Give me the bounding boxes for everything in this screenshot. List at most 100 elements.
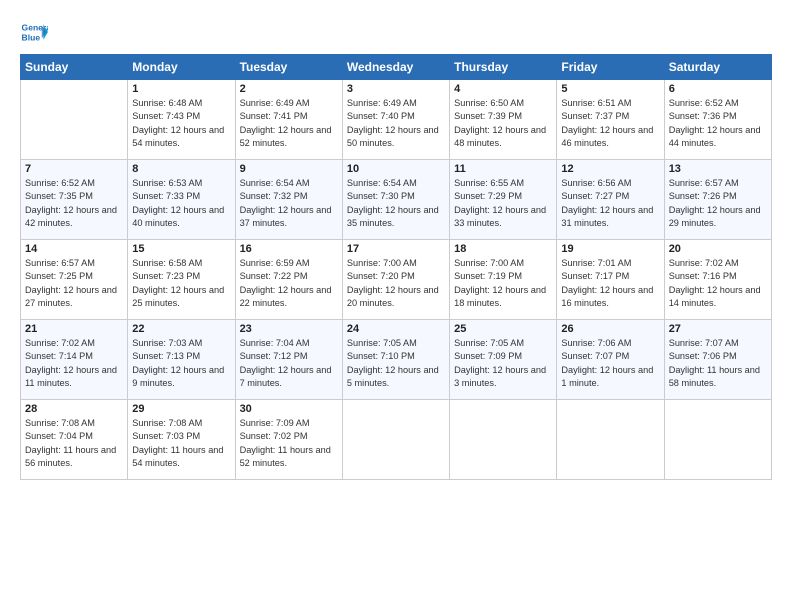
calendar-cell: 10 Sunrise: 6:54 AMSunset: 7:30 PMDayligh… xyxy=(342,160,449,240)
calendar-cell: 6 Sunrise: 6:52 AMSunset: 7:36 PMDaylight… xyxy=(664,80,771,160)
day-info: Sunrise: 7:09 AMSunset: 7:02 PMDaylight:… xyxy=(240,417,338,470)
calendar-cell xyxy=(450,400,557,480)
day-header: Friday xyxy=(557,55,664,80)
day-number: 9 xyxy=(240,163,338,175)
calendar-cell: 23 Sunrise: 7:04 AMSunset: 7:12 PMDayligh… xyxy=(235,320,342,400)
calendar-cell: 24 Sunrise: 7:05 AMSunset: 7:10 PMDayligh… xyxy=(342,320,449,400)
calendar-cell: 2 Sunrise: 6:49 AMSunset: 7:41 PMDaylight… xyxy=(235,80,342,160)
day-info: Sunrise: 6:54 AMSunset: 7:30 PMDaylight:… xyxy=(347,177,445,230)
day-number: 24 xyxy=(347,323,445,335)
day-info: Sunrise: 6:50 AMSunset: 7:39 PMDaylight:… xyxy=(454,97,552,150)
day-number: 12 xyxy=(561,163,659,175)
calendar-cell: 3 Sunrise: 6:49 AMSunset: 7:40 PMDaylight… xyxy=(342,80,449,160)
day-number: 6 xyxy=(669,83,767,95)
day-number: 16 xyxy=(240,243,338,255)
calendar-cell: 30Sunrise: 7:09 AMSunset: 7:02 PMDayligh… xyxy=(235,400,342,480)
day-info: Sunrise: 6:57 AMSunset: 7:25 PMDaylight:… xyxy=(25,257,123,310)
day-number: 21 xyxy=(25,323,123,335)
day-info: Sunrise: 7:04 AMSunset: 7:12 PMDaylight:… xyxy=(240,337,338,390)
day-header: Wednesday xyxy=(342,55,449,80)
day-header: Saturday xyxy=(664,55,771,80)
day-info: Sunrise: 7:05 AMSunset: 7:10 PMDaylight:… xyxy=(347,337,445,390)
calendar-cell: 11 Sunrise: 6:55 AMSunset: 7:29 PMDayligh… xyxy=(450,160,557,240)
day-header: Thursday xyxy=(450,55,557,80)
day-info: Sunrise: 7:06 AMSunset: 7:07 PMDaylight:… xyxy=(561,337,659,390)
day-info: Sunrise: 6:53 AMSunset: 7:33 PMDaylight:… xyxy=(132,177,230,230)
calendar-cell: 22 Sunrise: 7:03 AMSunset: 7:13 PMDayligh… xyxy=(128,320,235,400)
day-number: 25 xyxy=(454,323,552,335)
day-info: Sunrise: 6:56 AMSunset: 7:27 PMDaylight:… xyxy=(561,177,659,230)
day-number: 13 xyxy=(669,163,767,175)
calendar-cell xyxy=(557,400,664,480)
calendar-cell: 7Sunrise: 6:52 AMSunset: 7:35 PMDaylight… xyxy=(21,160,128,240)
day-info: Sunrise: 6:52 AMSunset: 7:36 PMDaylight:… xyxy=(669,97,767,150)
calendar-cell xyxy=(664,400,771,480)
calendar-cell: 17 Sunrise: 7:00 AMSunset: 7:20 PMDayligh… xyxy=(342,240,449,320)
day-info: Sunrise: 7:08 AMSunset: 7:03 PMDaylight:… xyxy=(132,417,230,470)
day-header: Tuesday xyxy=(235,55,342,80)
day-info: Sunrise: 7:02 AMSunset: 7:16 PMDaylight:… xyxy=(669,257,767,310)
day-info: Sunrise: 6:59 AMSunset: 7:22 PMDaylight:… xyxy=(240,257,338,310)
day-info: Sunrise: 7:00 AMSunset: 7:20 PMDaylight:… xyxy=(347,257,445,310)
day-info: Sunrise: 6:55 AMSunset: 7:29 PMDaylight:… xyxy=(454,177,552,230)
day-number: 14 xyxy=(25,243,123,255)
calendar-cell: 28 Sunrise: 7:08 AMSunset: 7:04 PMDayligh… xyxy=(21,400,128,480)
day-info: Sunrise: 6:51 AMSunset: 7:37 PMDaylight:… xyxy=(561,97,659,150)
day-info: Sunrise: 7:03 AMSunset: 7:13 PMDaylight:… xyxy=(132,337,230,390)
day-info: Sunrise: 7:01 AMSunset: 7:17 PMDaylight:… xyxy=(561,257,659,310)
day-number: 1 xyxy=(132,83,230,95)
day-number: 27 xyxy=(669,323,767,335)
day-number: 11 xyxy=(454,163,552,175)
calendar-cell: 25 Sunrise: 7:05 AMSunset: 7:09 PMDayligh… xyxy=(450,320,557,400)
day-number: 26 xyxy=(561,323,659,335)
calendar-cell: 18 Sunrise: 7:00 AMSunset: 7:19 PMDayligh… xyxy=(450,240,557,320)
calendar-cell: 8 Sunrise: 6:53 AMSunset: 7:33 PMDaylight… xyxy=(128,160,235,240)
day-info: Sunrise: 7:00 AMSunset: 7:19 PMDaylight:… xyxy=(454,257,552,310)
day-number: 15 xyxy=(132,243,230,255)
calendar-cell: 12 Sunrise: 6:56 AMSunset: 7:27 PMDayligh… xyxy=(557,160,664,240)
calendar-cell: 9 Sunrise: 6:54 AMSunset: 7:32 PMDaylight… xyxy=(235,160,342,240)
calendar-cell: 15 Sunrise: 6:58 AMSunset: 7:23 PMDayligh… xyxy=(128,240,235,320)
day-number: 10 xyxy=(347,163,445,175)
day-info: Sunrise: 6:58 AMSunset: 7:23 PMDaylight:… xyxy=(132,257,230,310)
day-info: Sunrise: 7:08 AMSunset: 7:04 PMDaylight:… xyxy=(25,417,123,470)
day-info: Sunrise: 7:05 AMSunset: 7:09 PMDaylight:… xyxy=(454,337,552,390)
calendar-cell xyxy=(342,400,449,480)
day-info: Sunrise: 6:57 AMSunset: 7:26 PMDaylight:… xyxy=(669,177,767,230)
day-info: Sunrise: 6:49 AMSunset: 7:40 PMDaylight:… xyxy=(347,97,445,150)
day-number: 28 xyxy=(25,403,123,415)
day-header: Monday xyxy=(128,55,235,80)
day-number: 2 xyxy=(240,83,338,95)
calendar-cell: 20 Sunrise: 7:02 AMSunset: 7:16 PMDayligh… xyxy=(664,240,771,320)
calendar-cell: 13 Sunrise: 6:57 AMSunset: 7:26 PMDayligh… xyxy=(664,160,771,240)
calendar-cell: 5 Sunrise: 6:51 AMSunset: 7:37 PMDaylight… xyxy=(557,80,664,160)
day-info: Sunrise: 6:48 AMSunset: 7:43 PMDaylight:… xyxy=(132,97,230,150)
calendar-cell: 16 Sunrise: 6:59 AMSunset: 7:22 PMDayligh… xyxy=(235,240,342,320)
day-info: Sunrise: 7:02 AMSunset: 7:14 PMDaylight:… xyxy=(25,337,123,390)
day-number: 18 xyxy=(454,243,552,255)
day-number: 8 xyxy=(132,163,230,175)
logo: General Blue xyxy=(20,18,52,46)
day-number: 23 xyxy=(240,323,338,335)
calendar-cell xyxy=(21,80,128,160)
day-number: 22 xyxy=(132,323,230,335)
day-number: 29 xyxy=(132,403,230,415)
day-number: 20 xyxy=(669,243,767,255)
day-info: Sunrise: 6:52 AMSunset: 7:35 PMDaylight:… xyxy=(25,177,123,230)
calendar-cell: 26 Sunrise: 7:06 AMSunset: 7:07 PMDayligh… xyxy=(557,320,664,400)
day-number: 3 xyxy=(347,83,445,95)
day-number: 17 xyxy=(347,243,445,255)
calendar-cell: 4 Sunrise: 6:50 AMSunset: 7:39 PMDaylight… xyxy=(450,80,557,160)
svg-text:Blue: Blue xyxy=(22,33,41,43)
day-info: Sunrise: 6:54 AMSunset: 7:32 PMDaylight:… xyxy=(240,177,338,230)
calendar: SundayMondayTuesdayWednesdayThursdayFrid… xyxy=(20,54,772,480)
day-number: 19 xyxy=(561,243,659,255)
day-info: Sunrise: 7:07 AMSunset: 7:06 PMDaylight:… xyxy=(669,337,767,390)
calendar-cell: 27 Sunrise: 7:07 AMSunset: 7:06 PMDayligh… xyxy=(664,320,771,400)
day-info: Sunrise: 6:49 AMSunset: 7:41 PMDaylight:… xyxy=(240,97,338,150)
calendar-cell: 19 Sunrise: 7:01 AMSunset: 7:17 PMDayligh… xyxy=(557,240,664,320)
calendar-cell: 14 Sunrise: 6:57 AMSunset: 7:25 PMDayligh… xyxy=(21,240,128,320)
day-number: 5 xyxy=(561,83,659,95)
day-number: 4 xyxy=(454,83,552,95)
calendar-cell: 21 Sunrise: 7:02 AMSunset: 7:14 PMDayligh… xyxy=(21,320,128,400)
